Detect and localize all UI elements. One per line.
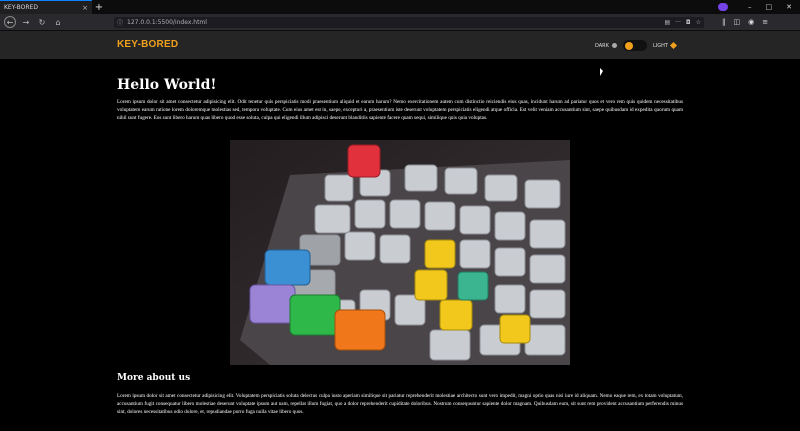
site-header: KEY-BORED DARK LIGHT xyxy=(0,31,800,59)
library-icon[interactable]: ‖ xyxy=(722,18,726,26)
moon-icon xyxy=(611,43,617,48)
reader-view-icon[interactable]: ▤ xyxy=(664,19,670,26)
reload-icon[interactable]: ↻ xyxy=(36,16,48,28)
tab-title: KEY-BORED xyxy=(4,4,38,11)
toolbar-right: ‖ ◫ ◉ ≡ xyxy=(722,18,768,26)
keyboard-illustration xyxy=(230,140,570,365)
toggle-knob xyxy=(624,41,633,50)
url-text[interactable]: 127.0.0.1:5500/index.html xyxy=(127,19,660,26)
menu-icon[interactable]: ≡ xyxy=(762,18,768,26)
sidebar-icon[interactable]: ◫ xyxy=(734,18,741,26)
url-bar[interactable]: ⓘ 127.0.0.1:5500/index.html ▤ ··· ◘ ☆ xyxy=(114,16,704,28)
section-heading: More about us xyxy=(117,373,191,383)
more-paragraph: Lorem ipsum dolor sit amet consectetur a… xyxy=(117,393,683,415)
intro-paragraph: Lorem ipsum dolor sit amet consectetur a… xyxy=(117,99,683,121)
dark-label: DARK xyxy=(595,42,609,49)
browser-navbar: ← → ↻ ⌂ ⓘ 127.0.0.1:5500/index.html ▤ ··… xyxy=(0,14,800,31)
site-info-icon[interactable]: ⓘ xyxy=(117,18,123,27)
site-logo[interactable]: KEY-BORED xyxy=(117,39,178,50)
sun-icon xyxy=(669,41,677,50)
more-actions-icon[interactable]: ··· xyxy=(675,19,681,26)
back-icon[interactable]: ← xyxy=(4,16,16,28)
theme-switch: DARK LIGHT xyxy=(595,40,677,51)
bookmark-star-icon[interactable]: ☆ xyxy=(696,19,701,26)
browser-tabstrip: KEY-BORED × + – □ ✕ xyxy=(0,0,800,14)
maximize-button[interactable]: □ xyxy=(766,3,773,11)
close-window-button[interactable]: ✕ xyxy=(786,3,792,11)
profile-icon[interactable] xyxy=(718,3,728,11)
theme-toggle[interactable] xyxy=(622,40,647,51)
home-icon[interactable]: ⌂ xyxy=(52,16,64,28)
account-icon[interactable]: ◉ xyxy=(748,18,754,26)
light-label: LIGHT xyxy=(652,42,668,49)
forward-icon[interactable]: → xyxy=(20,16,32,28)
tab-close-icon[interactable]: × xyxy=(82,4,88,12)
new-tab-button[interactable]: + xyxy=(92,0,106,14)
browser-tab-active[interactable]: KEY-BORED × xyxy=(0,0,92,14)
minimize-button[interactable]: – xyxy=(748,3,752,11)
keyboard-photo xyxy=(230,140,570,365)
window-controls: – □ ✕ xyxy=(718,0,800,14)
mouse-cursor xyxy=(600,68,603,76)
url-actions: ▤ ··· ◘ ☆ xyxy=(664,19,701,26)
pocket-icon[interactable]: ◘ xyxy=(686,19,691,26)
page-title: Hello World! xyxy=(117,77,217,93)
